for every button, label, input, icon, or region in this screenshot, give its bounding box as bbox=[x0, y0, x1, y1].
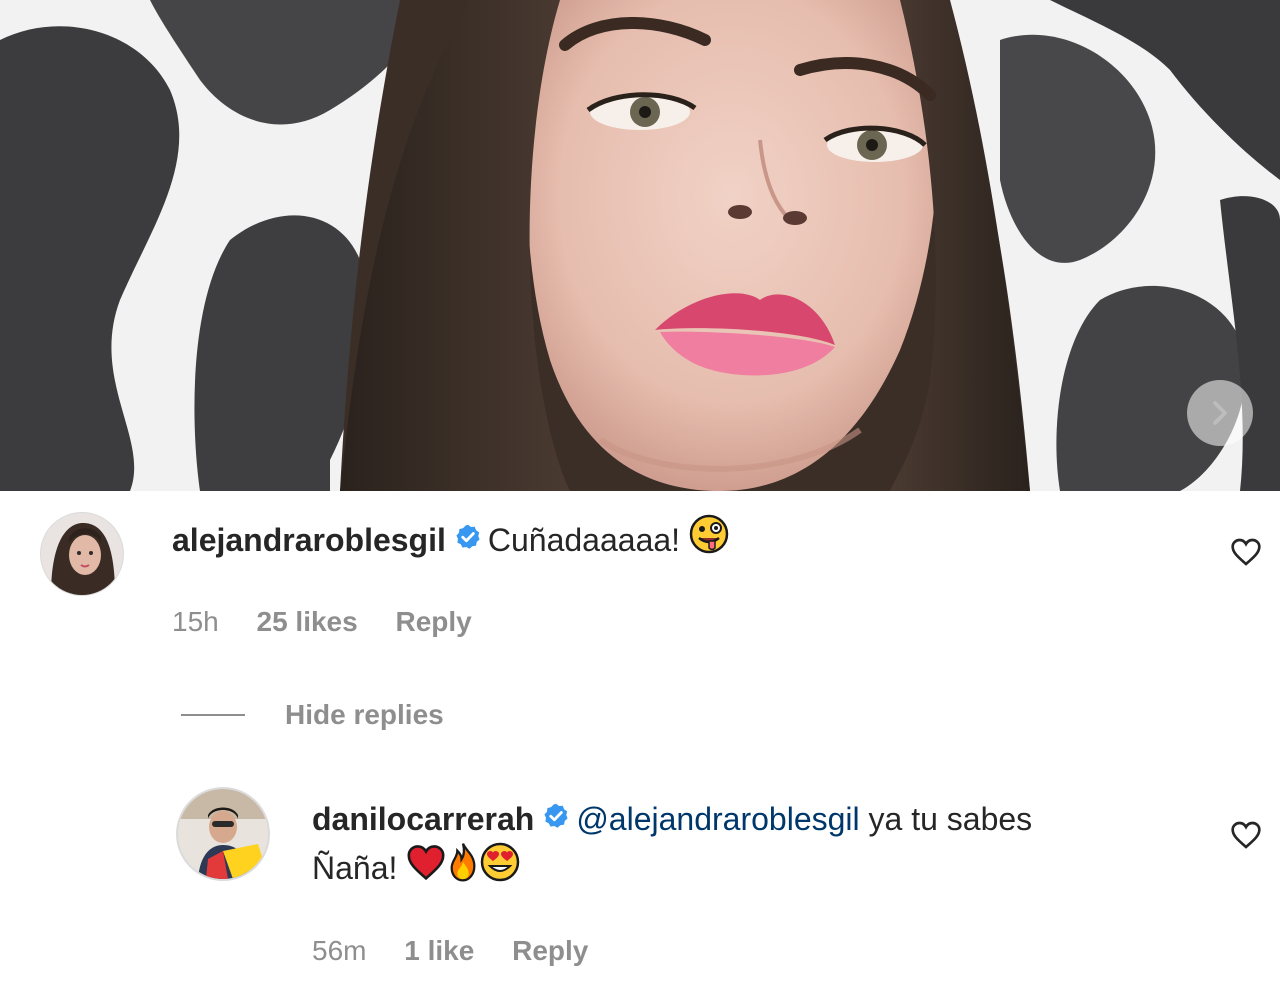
comment-meta: 15h 25 likes Reply bbox=[172, 606, 502, 638]
portrait-image bbox=[0, 0, 1280, 491]
avatar-photo bbox=[41, 513, 123, 595]
post-photo bbox=[0, 0, 1280, 491]
heart-icon bbox=[1231, 538, 1261, 566]
reply-avatar[interactable] bbox=[176, 787, 270, 881]
reply-avatar-photo bbox=[178, 789, 268, 879]
zany-face-emoji-icon bbox=[689, 514, 729, 565]
reply-like-button[interactable] bbox=[1230, 820, 1262, 855]
next-photo-button[interactable] bbox=[1187, 380, 1253, 446]
comment-likes[interactable]: 25 likes bbox=[257, 606, 358, 637]
comment-like-button[interactable] bbox=[1230, 537, 1262, 572]
reply-likes[interactable]: 1 like bbox=[404, 935, 474, 966]
comment-text: alejandraroblesgil Cuñadaaaaa! bbox=[172, 514, 729, 568]
red-heart-emoji-icon bbox=[406, 844, 446, 891]
comment-reply-button[interactable]: Reply bbox=[395, 606, 471, 637]
verified-badge-icon bbox=[542, 797, 570, 841]
hide-replies-button[interactable]: Hide replies bbox=[181, 695, 444, 735]
comment-username[interactable]: alejandraroblesgil bbox=[172, 522, 446, 558]
comment-time[interactable]: 15h bbox=[172, 606, 219, 637]
reply-reply-button[interactable]: Reply bbox=[512, 935, 588, 966]
reply-username[interactable]: danilocarrerah bbox=[312, 801, 534, 837]
reply-body-line1: ya tu sabes bbox=[868, 801, 1033, 837]
chevron-right-icon bbox=[1213, 401, 1227, 425]
heart-icon bbox=[1231, 821, 1261, 849]
reply-text-line1: danilocarrerah @alejandraroblesgil ya tu … bbox=[312, 797, 1032, 844]
reply-time[interactable]: 56m bbox=[312, 935, 366, 966]
reply-text-line2: Ñaña! bbox=[312, 842, 520, 896]
avatar[interactable] bbox=[40, 512, 124, 596]
comment-body: Cuñadaaaaa! bbox=[487, 521, 681, 558]
divider bbox=[181, 714, 245, 716]
verified-badge-icon bbox=[454, 518, 482, 562]
fire-emoji-icon bbox=[446, 842, 480, 893]
reply-body-line2: Ñaña! bbox=[312, 849, 398, 886]
hide-replies-label: Hide replies bbox=[285, 699, 444, 730]
heart-eyes-emoji-icon bbox=[480, 842, 520, 893]
reply-mention-link[interactable]: @alejandraroblesgil bbox=[576, 801, 859, 837]
reply-meta: 56m 1 like Reply bbox=[312, 935, 618, 967]
